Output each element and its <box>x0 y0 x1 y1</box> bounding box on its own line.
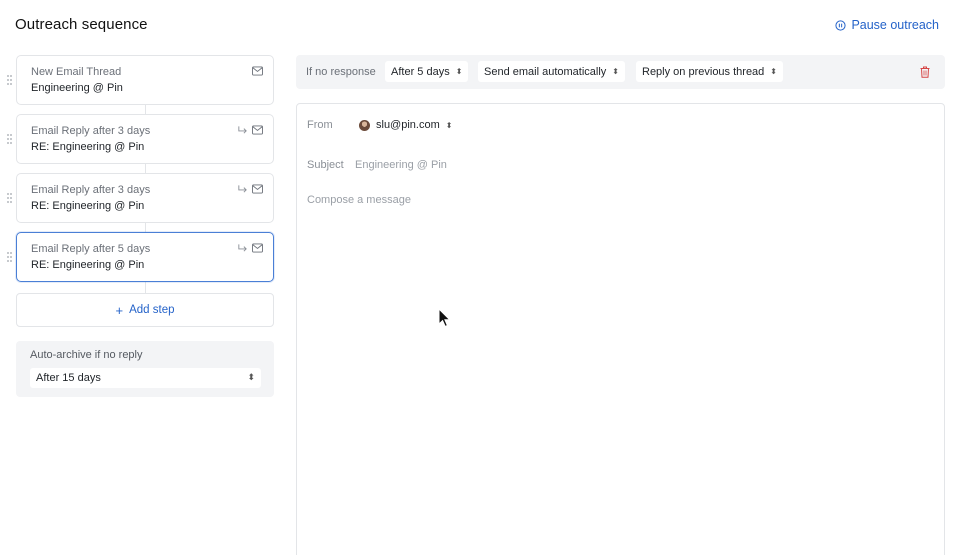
plus-icon: + <box>115 302 124 318</box>
auto-archive-select[interactable]: After 15 days ⬍ <box>30 368 261 388</box>
action-value: Send email automatically <box>484 65 607 78</box>
mouse-pointer-icon <box>438 308 451 328</box>
thread-select[interactable]: Reply on previous thread ⬍ <box>636 61 783 82</box>
drag-handle-icon[interactable] <box>7 193 12 204</box>
avatar <box>359 119 370 131</box>
auto-archive-panel: Auto-archive if no reply After 15 days ⬍ <box>16 341 274 397</box>
select-chevron-icon: ⬍ <box>445 120 453 130</box>
thread-value: Reply on previous thread <box>642 65 765 78</box>
from-select[interactable]: slu@pin.com ⬍ <box>355 115 456 135</box>
drag-handle-icon[interactable] <box>7 75 12 86</box>
add-step-button[interactable]: + Add step <box>16 293 274 327</box>
subject-label: Subject <box>307 159 344 171</box>
delay-value: After 5 days <box>391 65 450 78</box>
step-type: Email Reply after 3 days <box>31 125 151 137</box>
delay-select[interactable]: After 5 days ⬍ <box>385 61 469 82</box>
reply-icon <box>238 185 247 193</box>
pause-outreach-button[interactable]: Pause outreach <box>835 18 939 32</box>
step-subject: RE: Engineering @ Pin <box>31 141 145 153</box>
step-subject: Engineering @ Pin <box>31 82 123 94</box>
mail-icon <box>252 66 263 76</box>
select-chevron-icon: ⬍ <box>247 372 255 382</box>
select-chevron-icon: ⬍ <box>612 67 619 76</box>
step-card-selected[interactable]: Email Reply after 5 days RE: Engineering… <box>7 232 274 282</box>
condition-label: If no response <box>306 66 376 78</box>
auto-archive-value: After 15 days <box>36 372 101 384</box>
step-card[interactable]: New Email Thread Engineering @ Pin <box>7 55 274 105</box>
mail-icon <box>252 243 263 253</box>
mail-icon <box>252 184 263 194</box>
page-title: Outreach sequence <box>15 16 148 33</box>
from-value: slu@pin.com <box>376 119 440 131</box>
drag-handle-icon[interactable] <box>7 134 12 145</box>
add-step-label: Add step <box>129 304 175 316</box>
message-body-input[interactable] <box>307 194 927 534</box>
step-card[interactable]: Email Reply after 3 days RE: Engineering… <box>7 114 274 164</box>
reply-icon <box>238 244 247 252</box>
step-card[interactable]: Email Reply after 3 days RE: Engineering… <box>7 173 274 223</box>
action-select[interactable]: Send email automatically ⬍ <box>478 61 625 82</box>
email-composer: From slu@pin.com ⬍ Subject <box>296 103 945 555</box>
condition-bar: If no response After 5 days ⬍ Send email… <box>296 55 945 89</box>
select-chevron-icon: ⬍ <box>455 67 463 76</box>
subject-input[interactable] <box>355 157 915 173</box>
pause-outreach-label: Pause outreach <box>851 18 939 32</box>
step-type: New Email Thread <box>31 66 122 78</box>
select-chevron-icon: ⬍ <box>770 67 777 76</box>
step-type: Email Reply after 3 days <box>31 184 151 196</box>
step-subject: RE: Engineering @ Pin <box>31 200 145 212</box>
step-subject: RE: Engineering @ Pin <box>31 259 145 271</box>
pause-circle-icon <box>835 19 847 31</box>
auto-archive-label: Auto-archive if no reply <box>30 349 143 361</box>
trash-icon[interactable] <box>920 66 930 78</box>
from-label: From <box>307 119 333 131</box>
mail-icon <box>252 125 263 135</box>
step-type: Email Reply after 5 days <box>31 243 151 255</box>
drag-handle-icon[interactable] <box>7 252 12 263</box>
reply-icon <box>238 126 247 134</box>
